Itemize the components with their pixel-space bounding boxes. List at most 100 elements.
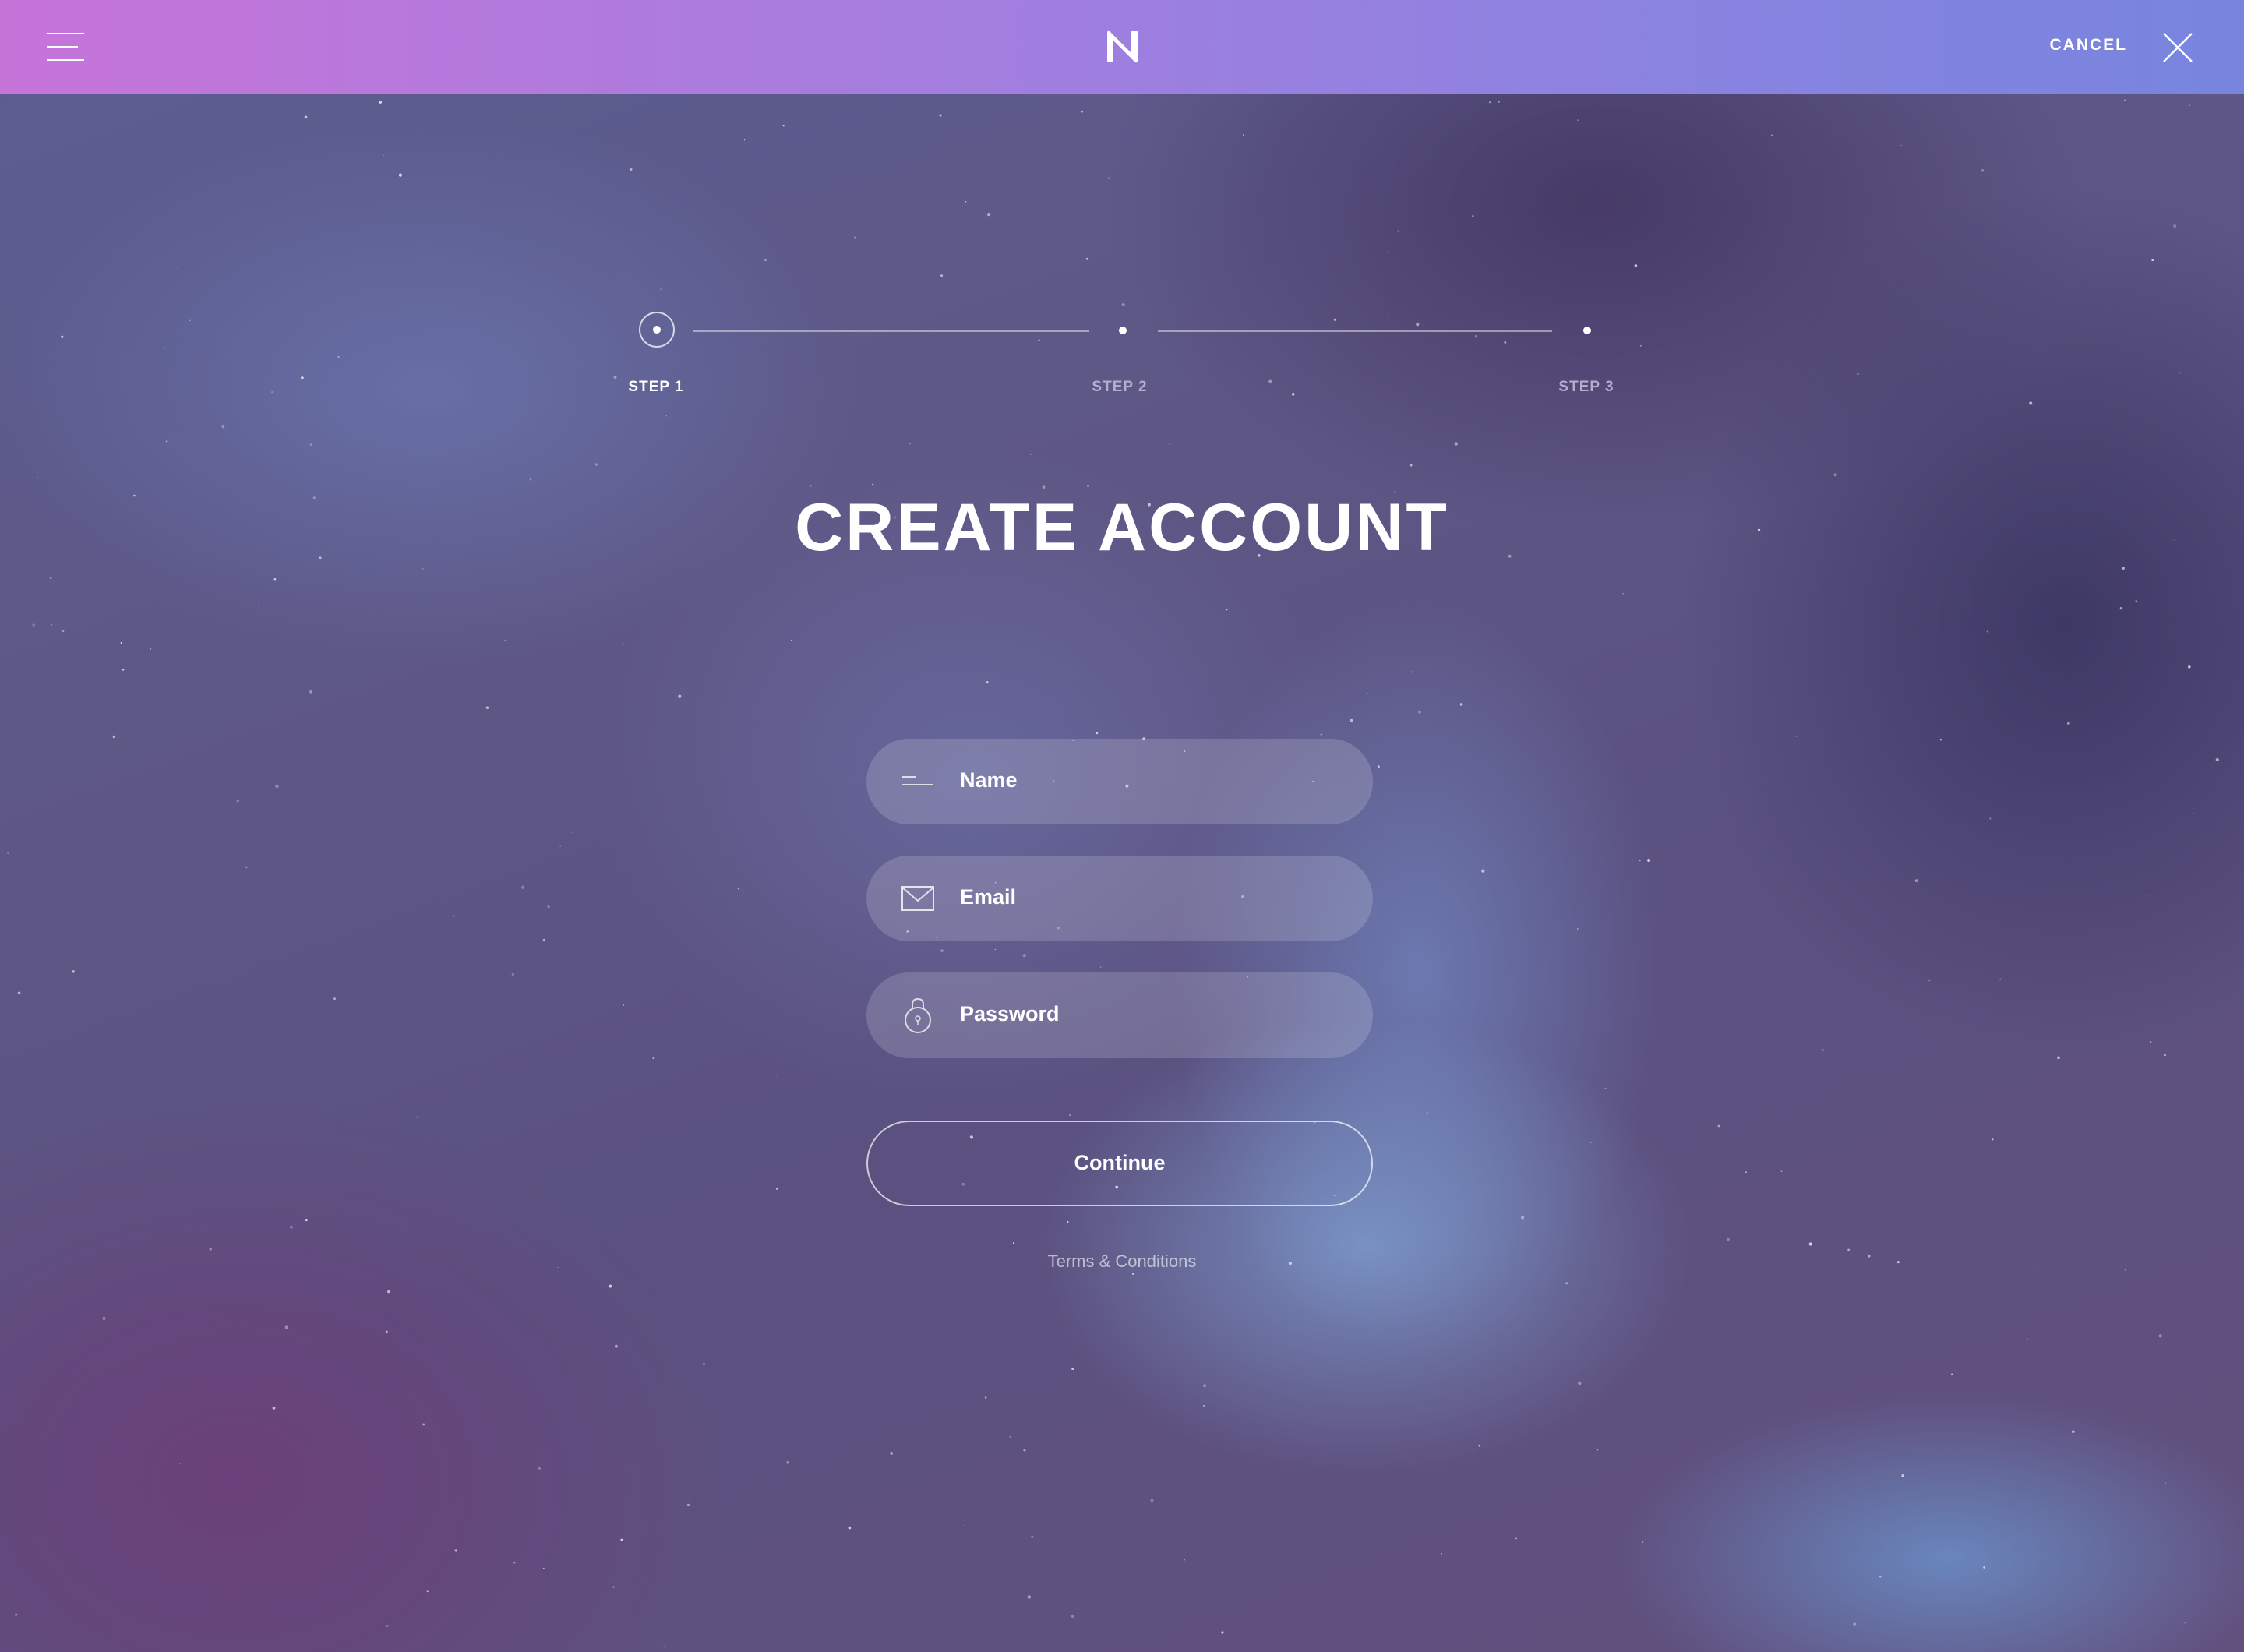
star — [17, 991, 21, 995]
star — [2164, 1054, 2166, 1057]
star — [1472, 1452, 1474, 1454]
star — [485, 706, 489, 709]
star — [1989, 817, 1992, 820]
star — [1031, 1535, 1034, 1538]
star — [1642, 1541, 1644, 1543]
star — [2188, 665, 2191, 669]
step-connector-2 — [1158, 330, 1552, 332]
cancel-button[interactable]: CANCEL — [2050, 36, 2128, 55]
star — [2135, 600, 2138, 602]
star — [102, 1316, 106, 1321]
star — [1983, 1566, 1985, 1569]
star — [1596, 1449, 1598, 1451]
star — [890, 1452, 893, 1455]
step-3-label: STEP 3 — [1558, 379, 1614, 395]
star — [786, 1461, 789, 1464]
star — [2158, 1334, 2162, 1338]
star — [2164, 1482, 2166, 1484]
star — [1150, 1498, 1154, 1502]
star — [453, 915, 455, 917]
terms-link[interactable]: Terms & Conditions — [0, 1251, 2244, 1272]
star — [1853, 1622, 1856, 1626]
star — [333, 997, 336, 1001]
star — [1578, 1382, 1582, 1385]
star — [1821, 1048, 1824, 1051]
star — [1203, 1384, 1207, 1388]
star — [7, 852, 9, 854]
star — [1071, 1367, 1074, 1371]
star — [72, 970, 75, 973]
star — [150, 648, 152, 650]
star — [37, 477, 39, 478]
star — [609, 1284, 612, 1288]
star — [272, 1406, 276, 1410]
star — [1928, 980, 1931, 982]
star — [2150, 1041, 2152, 1043]
star — [1914, 879, 1918, 882]
star — [1022, 954, 1026, 958]
star — [686, 1503, 690, 1506]
star — [1879, 1576, 1882, 1578]
star — [209, 1248, 213, 1251]
envelope-icon — [901, 886, 934, 911]
name-field[interactable]: Name — [866, 739, 1373, 824]
star — [810, 485, 812, 487]
star — [663, 1645, 665, 1647]
star — [984, 1396, 987, 1399]
continue-button[interactable]: Continue — [866, 1121, 1373, 1206]
star — [120, 641, 122, 644]
star — [1745, 1171, 1747, 1174]
star — [1071, 1614, 1074, 1618]
star — [1847, 1248, 1851, 1251]
star — [422, 1423, 425, 1426]
star — [1565, 1282, 1568, 1285]
step-3-dot[interactable] — [1583, 327, 1591, 334]
star — [305, 1219, 308, 1222]
password-field[interactable]: Password — [866, 972, 1373, 1058]
step-1-label: STEP 1 — [628, 379, 684, 395]
star — [994, 948, 996, 951]
star — [1950, 1373, 1953, 1375]
star — [1717, 1124, 1720, 1128]
email-field[interactable]: Email — [866, 856, 1373, 941]
star — [1202, 1404, 1205, 1407]
star — [258, 605, 260, 607]
star — [940, 949, 944, 952]
star — [2057, 1056, 2060, 1060]
star — [2215, 757, 2219, 762]
star — [1042, 485, 1046, 489]
star — [1087, 485, 1089, 488]
step-1-dot — [653, 326, 661, 334]
password-placeholder: Password — [960, 1002, 1060, 1025]
star — [703, 1363, 705, 1366]
hamburger-menu-icon[interactable] — [47, 31, 84, 62]
star — [504, 639, 506, 641]
star — [1320, 733, 1322, 736]
star — [1577, 928, 1579, 930]
star — [547, 905, 550, 909]
star — [1426, 1112, 1428, 1114]
star — [1833, 473, 1837, 477]
star — [1418, 710, 1422, 714]
star — [538, 1467, 541, 1470]
star — [612, 1586, 615, 1588]
star — [872, 483, 874, 485]
close-icon[interactable] — [2161, 31, 2194, 64]
star — [386, 1290, 390, 1294]
name-placeholder: Name — [960, 768, 1018, 792]
star — [1012, 1242, 1015, 1244]
lock-icon — [905, 997, 931, 1033]
star — [1096, 732, 1099, 735]
star — [615, 1344, 618, 1348]
logo-n-icon — [1107, 30, 1138, 63]
step-2-dot[interactable] — [1119, 327, 1127, 334]
star — [273, 577, 277, 581]
star — [1646, 858, 1651, 863]
star — [1604, 1087, 1607, 1090]
star — [521, 885, 525, 889]
star — [776, 1187, 778, 1190]
star — [2119, 606, 2123, 610]
star — [1023, 1449, 1026, 1452]
star — [2184, 1622, 2186, 1624]
star — [32, 623, 35, 627]
